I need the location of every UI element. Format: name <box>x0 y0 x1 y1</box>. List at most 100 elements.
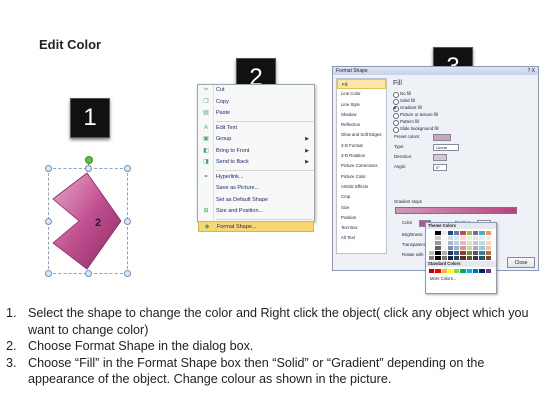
color-swatch[interactable] <box>473 251 479 255</box>
color-swatch[interactable] <box>479 246 485 250</box>
color-swatch[interactable] <box>429 269 435 273</box>
color-swatch[interactable] <box>429 236 435 240</box>
color-swatch[interactable] <box>460 251 466 255</box>
color-swatch[interactable] <box>454 256 460 260</box>
color-swatch[interactable] <box>441 241 447 245</box>
close-button[interactable]: Close <box>507 257 535 268</box>
color-swatch[interactable] <box>435 236 441 240</box>
color-swatch[interactable] <box>485 251 491 255</box>
color-swatch[interactable] <box>447 251 454 255</box>
menu-item-edit-text[interactable]: Edit Text A <box>198 123 314 135</box>
color-swatch[interactable] <box>447 246 454 250</box>
type-select[interactable]: Linear <box>433 144 459 151</box>
color-swatch[interactable] <box>454 251 460 255</box>
nav-item-glow-and-soft-edges[interactable]: Glow and Soft Edges <box>337 130 386 140</box>
color-swatch[interactable] <box>429 246 435 250</box>
nav-item-picture-corrections[interactable]: Picture Corrections <box>337 161 386 171</box>
color-swatch[interactable] <box>447 241 454 245</box>
nav-item-artistic-effects[interactable]: Artistic Effects <box>337 182 386 192</box>
color-swatch[interactable] <box>473 241 479 245</box>
radio-gradient-fill[interactable]: Gradient fill <box>391 104 537 112</box>
color-swatch[interactable] <box>435 231 441 235</box>
color-swatch[interactable] <box>429 241 435 245</box>
menu-item-cut[interactable]: Cut ✂ <box>198 85 314 97</box>
resize-handle[interactable] <box>45 218 52 225</box>
color-swatch[interactable] <box>454 269 460 273</box>
color-swatch[interactable] <box>454 246 460 250</box>
resize-handle[interactable] <box>85 270 92 277</box>
color-swatch[interactable] <box>447 256 454 260</box>
rotation-handle[interactable] <box>85 156 93 164</box>
direction-dropdown[interactable] <box>433 154 447 161</box>
color-swatch[interactable] <box>429 256 435 260</box>
color-swatch[interactable] <box>485 241 491 245</box>
color-swatch[interactable] <box>473 236 479 240</box>
resize-handle[interactable] <box>45 270 52 277</box>
selected-shape[interactable]: 2 <box>45 156 131 277</box>
color-swatch[interactable] <box>435 241 441 245</box>
color-swatch[interactable] <box>460 246 466 250</box>
resize-handle[interactable] <box>124 218 131 225</box>
menu-item-copy[interactable]: Copy ❐ <box>198 97 314 109</box>
color-swatch[interactable] <box>447 269 454 273</box>
color-swatch[interactable] <box>429 231 435 235</box>
color-swatch[interactable] <box>460 269 466 273</box>
radio-slide-background-fill[interactable]: Slide background fill <box>391 125 537 133</box>
color-swatch[interactable] <box>435 269 441 273</box>
color-swatch[interactable] <box>429 251 435 255</box>
menu-item-send-to-back[interactable]: Send to Back ◨ ▶ <box>198 157 314 169</box>
menu-item-format-shape[interactable]: Format Shape... ◆ <box>198 220 314 232</box>
color-swatch[interactable] <box>485 236 491 240</box>
color-swatch[interactable] <box>460 231 466 235</box>
color-swatch[interactable] <box>485 231 491 235</box>
color-swatch[interactable] <box>479 251 485 255</box>
nav-item-size[interactable]: Size <box>337 203 386 213</box>
nav-item-crop[interactable]: Crop <box>337 192 386 202</box>
color-swatch[interactable] <box>441 251 447 255</box>
menu-item-set-as-default-shape[interactable]: Set as Default Shape <box>198 195 314 207</box>
color-swatch[interactable] <box>485 269 491 273</box>
nav-item-alt-text[interactable]: Alt Text <box>337 233 386 243</box>
color-swatch[interactable] <box>466 246 473 250</box>
menu-item-size-and-position[interactable]: Size and Position... ⊞ <box>198 206 314 218</box>
menu-item-bring-to-front[interactable]: Bring to Front ◧ ▶ <box>198 146 314 158</box>
color-swatch[interactable] <box>454 241 460 245</box>
menu-item-group[interactable]: Group ▣ ▶ <box>198 134 314 146</box>
nav-item-reflection[interactable]: Reflection <box>337 120 386 130</box>
color-swatch[interactable] <box>441 231 447 235</box>
color-swatch[interactable] <box>473 231 479 235</box>
nav-item-shadow[interactable]: Shadow <box>337 110 386 120</box>
resize-handle[interactable] <box>45 165 52 172</box>
radio-solid-fill[interactable]: Solid fill <box>391 97 537 105</box>
menu-item-save-as-picture[interactable]: Save as Picture... <box>198 183 314 195</box>
radio-picture-or-texture-fill[interactable]: Picture or texture fill <box>391 111 537 119</box>
color-swatch[interactable] <box>466 241 473 245</box>
color-swatch[interactable] <box>479 236 485 240</box>
color-swatch[interactable] <box>479 256 485 260</box>
resize-handle[interactable] <box>85 165 92 172</box>
color-swatch[interactable] <box>466 231 473 235</box>
color-swatch[interactable] <box>479 241 485 245</box>
color-swatch[interactable] <box>473 269 479 273</box>
nav-item-text-box[interactable]: Text Box <box>337 223 386 233</box>
menu-item-paste[interactable]: Paste ▤ <box>198 108 314 120</box>
color-swatch[interactable] <box>454 231 460 235</box>
color-swatch[interactable] <box>466 256 473 260</box>
color-swatch[interactable] <box>473 246 479 250</box>
color-swatch[interactable] <box>479 231 485 235</box>
resize-handle[interactable] <box>124 270 131 277</box>
color-swatch[interactable] <box>460 236 466 240</box>
radio-pattern-fill[interactable]: Pattern fill <box>391 118 537 126</box>
color-swatch[interactable] <box>473 256 479 260</box>
color-swatch[interactable] <box>485 256 491 260</box>
nav-item-3-d-format[interactable]: 3-D Format <box>337 141 386 151</box>
color-swatch[interactable] <box>435 251 441 255</box>
chevron-shape[interactable] <box>49 169 129 275</box>
color-swatch[interactable] <box>441 236 447 240</box>
radio-no-fill[interactable]: No fill <box>391 90 537 98</box>
color-swatch[interactable] <box>441 269 447 273</box>
color-swatch[interactable] <box>466 269 473 273</box>
color-swatch[interactable] <box>485 246 491 250</box>
color-swatch[interactable] <box>435 246 441 250</box>
color-swatch[interactable] <box>460 256 466 260</box>
